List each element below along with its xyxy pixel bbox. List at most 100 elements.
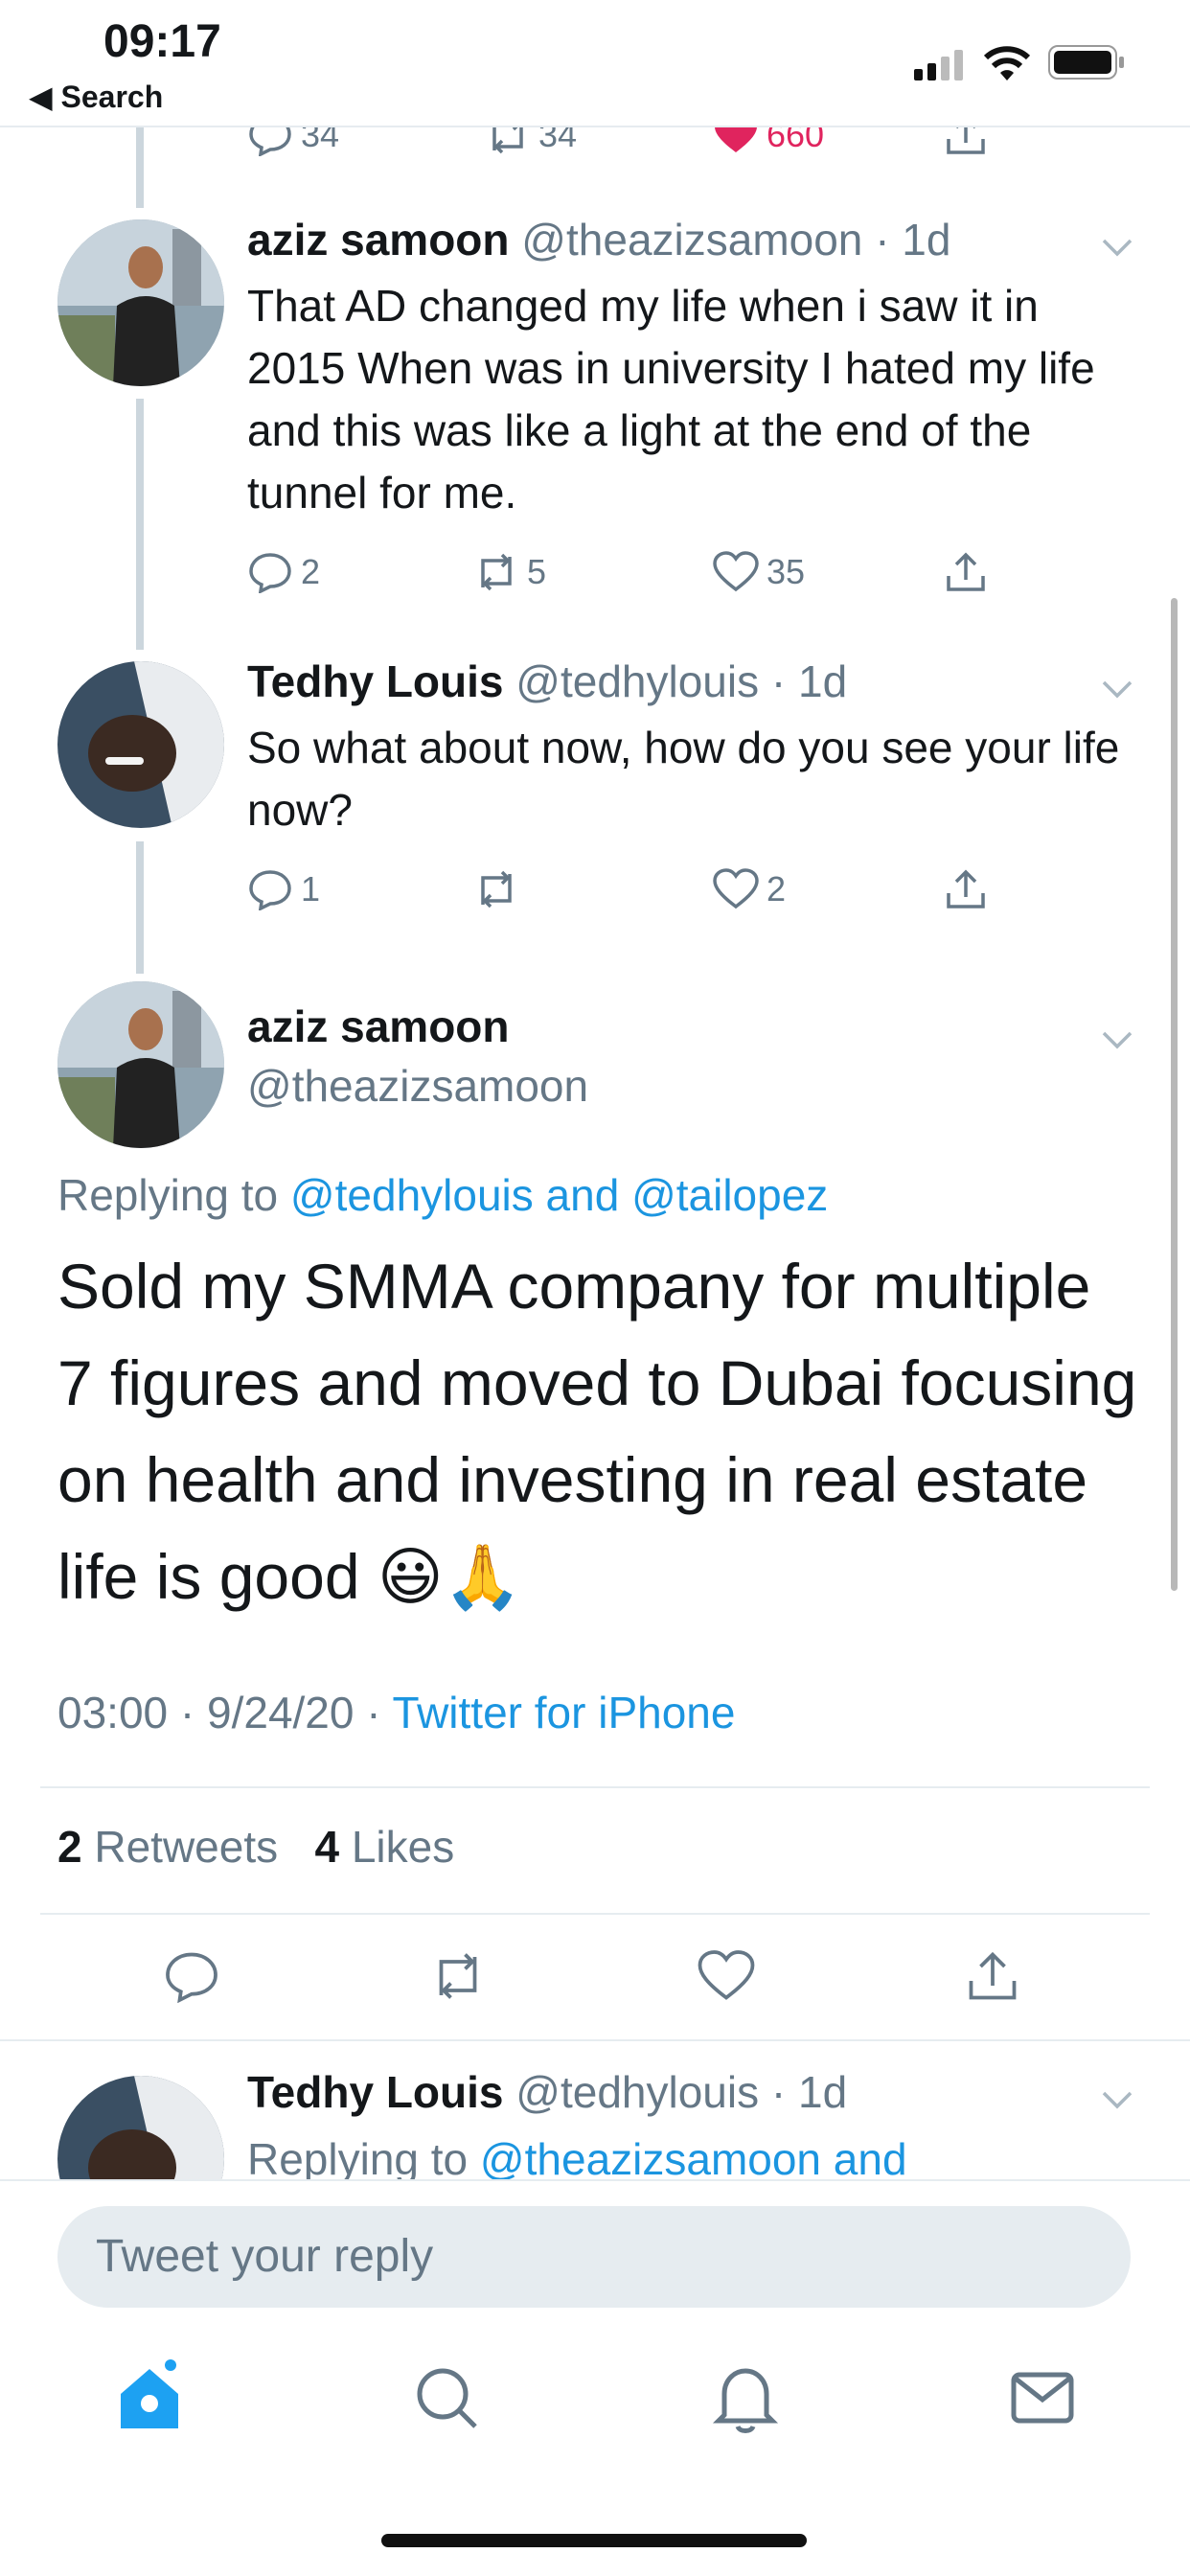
like-count: 660 [767, 127, 825, 154]
avatar-image [57, 981, 224, 1148]
like-count: 2 [767, 869, 787, 908]
retweet-icon [492, 127, 523, 154]
back-to-search-link[interactable]: ◀ Search [29, 79, 163, 115]
tab-home[interactable] [111, 2359, 188, 2436]
replying-to-label: Replying to [57, 1170, 279, 1220]
chevron-down-icon[interactable] [1098, 669, 1136, 707]
search-icon [417, 2368, 477, 2428]
tweet-source-link[interactable]: Twitter for iPhone [393, 1688, 736, 1737]
status-bar: 09:17 ◀ Search [0, 0, 1190, 126]
retweet-action[interactable]: 5 [473, 551, 546, 593]
home-indicator[interactable] [381, 2534, 807, 2547]
divider [40, 1913, 1150, 1915]
tab-bar [0, 2338, 1190, 2472]
signal-icon [914, 50, 963, 80]
share-icon[interactable] [964, 1949, 1021, 2003]
reply-icon [249, 553, 291, 593]
retweets-stat[interactable]: 2 Retweets [57, 1822, 278, 1872]
reply-icon[interactable] [163, 1949, 220, 2003]
tweet-header: aziz samoon @theazizsamoon · 1d [247, 214, 950, 265]
retweet-action[interactable] [473, 868, 527, 910]
tweet[interactable]: Tedhy Louis @tedhylouis · 1d So what abo… [0, 652, 1190, 939]
avatar-image [57, 219, 224, 386]
tweet-header: Tedhy Louis @tedhylouis · 1d [247, 2066, 847, 2118]
chevron-down-icon[interactable] [1098, 1020, 1136, 1058]
reply-count: 34 [301, 127, 340, 154]
retweets-label: Retweets [94, 1822, 279, 1872]
reply-action[interactable]: 34 [247, 127, 339, 156]
replying-to-users[interactable]: @theazizsamoon and [480, 2134, 907, 2179]
avatar[interactable] [57, 981, 224, 1148]
like-action[interactable]: 35 [713, 551, 805, 593]
tab-messages[interactable] [1004, 2359, 1081, 2436]
tab-search[interactable] [408, 2359, 485, 2436]
previous-tweet-actions: 34 34 660 [0, 127, 1190, 156]
avatar-image [57, 2076, 224, 2179]
home-icon [121, 2359, 178, 2428]
tweet-header: Tedhy Louis @tedhylouis · 1d [247, 656, 847, 707]
retweet-icon [481, 870, 512, 908]
retweet-total: 2 [57, 1822, 82, 1872]
reply-input[interactable]: Tweet your reply [57, 2206, 1131, 2308]
chevron-down-icon[interactable] [1098, 2080, 1136, 2118]
reply-action[interactable]: 1 [247, 868, 320, 910]
wifi-icon [983, 46, 1031, 80]
tweet[interactable]: Tedhy Louis @tedhylouis · 1d Replying to… [0, 2041, 1190, 2179]
avatar[interactable] [57, 661, 224, 828]
avatar[interactable] [57, 2076, 224, 2179]
tab-notifications[interactable] [707, 2359, 784, 2436]
share-icon [947, 869, 985, 908]
share-icon [947, 552, 985, 591]
replying-to: Replying to @tedhylouis and @tailopez [57, 1169, 828, 1221]
tweet-stats: 2 Retweets 4 Likes [57, 1821, 454, 1873]
reply-icon [249, 127, 291, 156]
divider [40, 1786, 1150, 1788]
tweet[interactable]: aziz samoon @theazizsamoon · 1d That AD … [0, 208, 1190, 630]
avatar[interactable] [57, 219, 224, 386]
reply-divider [0, 2179, 1190, 2181]
tweet-text: Sold my SMMA company for multiple 7 figu… [57, 1251, 1137, 1612]
username[interactable]: @theazizsamoon [521, 215, 862, 264]
username[interactable]: @theazizsamoon [247, 1060, 588, 1112]
replying-to-label: Replying to [247, 2134, 469, 2179]
share-action[interactable] [943, 868, 996, 910]
tweet-text: That AD changed my life when i saw it in… [247, 281, 1095, 518]
focused-tweet: aziz samoon @theazizsamoon Replying to @… [0, 974, 1190, 2041]
heart-icon[interactable] [698, 1949, 755, 2003]
reply-count: 2 [301, 552, 321, 591]
like-total: 4 [314, 1822, 340, 1872]
tweet-time: · 1d [770, 656, 848, 706]
tweet-timestamp: 03:00 · 9/24/20 · [57, 1688, 393, 1737]
retweet-action[interactable]: 34 [485, 127, 577, 156]
replying-to-users[interactable]: @tedhylouis and @tailopez [290, 1170, 828, 1220]
share-action[interactable] [943, 127, 996, 156]
replying-to: Replying to @theazizsamoon and [247, 2133, 907, 2179]
retweet-icon[interactable] [429, 1949, 487, 2003]
display-name[interactable]: aziz samoon [247, 1000, 510, 1052]
tweet-meta: 03:00 · 9/24/20 · Twitter for iPhone [57, 1687, 735, 1738]
like-action[interactable]: 2 [713, 868, 786, 910]
notifications-icon [712, 2368, 779, 2433]
display-name[interactable]: aziz samoon [247, 215, 510, 264]
share-icon [947, 127, 985, 154]
reply-count: 1 [301, 869, 321, 908]
display-name[interactable]: Tedhy Louis [247, 2067, 504, 2117]
reply-icon [249, 870, 291, 910]
username[interactable]: @tedhylouis [515, 2067, 759, 2117]
retweet-count: 34 [538, 127, 578, 154]
heart-filled-icon [715, 127, 757, 152]
chevron-down-icon[interactable] [1098, 227, 1136, 265]
reply-action[interactable]: 2 [247, 551, 320, 593]
display-name[interactable]: Tedhy Louis [247, 656, 504, 706]
tweet-text: So what about now, how do you see your l… [247, 723, 1120, 835]
share-action[interactable] [943, 551, 996, 593]
scrollbar[interactable] [1171, 598, 1178, 1591]
avatar-image [57, 661, 224, 828]
heart-icon [713, 868, 759, 909]
messages-icon [1011, 2372, 1074, 2424]
like-action[interactable]: 660 [713, 127, 824, 156]
tweet-time: · 1d [770, 2067, 848, 2117]
username[interactable]: @tedhylouis [515, 656, 759, 706]
likes-stat[interactable]: 4 Likes [314, 1822, 454, 1872]
retweet-icon [481, 553, 512, 591]
